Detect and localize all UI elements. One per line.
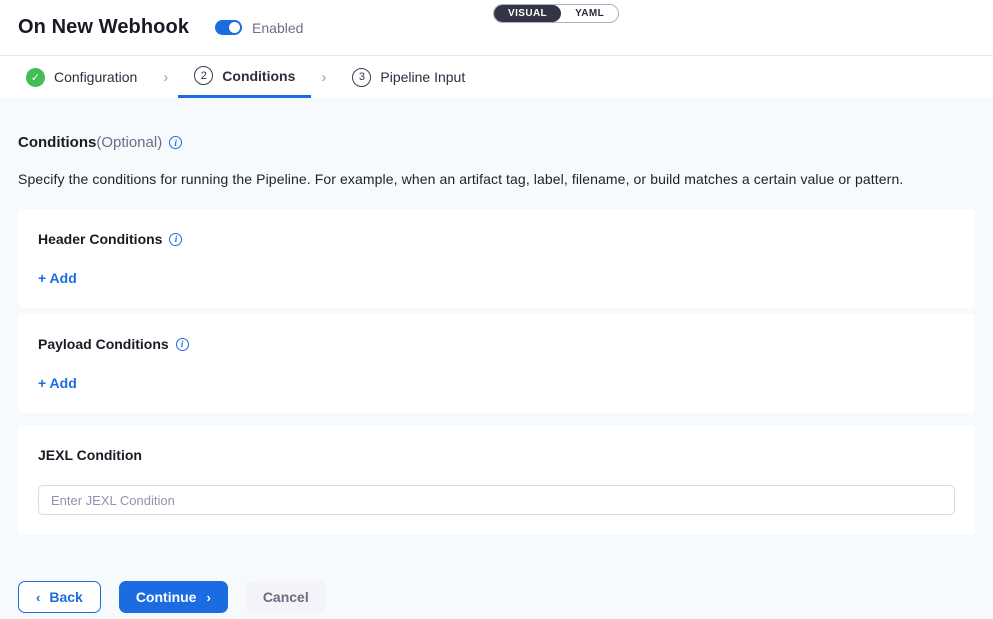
card-title-row: Header Conditions i [38,231,955,247]
step-conditions[interactable]: 2 Conditions [178,56,311,98]
continue-button-label: Continue [136,589,197,605]
jexl-condition-card: JEXL Condition [18,425,975,535]
step-number-badge: 2 [194,66,213,85]
jexl-condition-input[interactable] [38,485,955,515]
payload-conditions-card: Payload Conditions i + Add [18,314,975,413]
info-icon[interactable]: i [176,338,189,351]
main-content: Conditions (Optional) i Specify the cond… [0,98,993,619]
add-payload-condition-button[interactable]: + Add [38,375,77,391]
info-icon[interactable]: i [169,136,182,149]
page-title: On New Webhook [18,16,189,39]
enabled-toggle-group: Enabled [215,20,303,36]
step-configuration-label: Configuration [54,69,137,85]
check-icon: ✓ [26,68,45,87]
tab-yaml[interactable]: YAML [561,5,618,22]
payload-conditions-title: Payload Conditions [38,336,169,352]
add-header-condition-button[interactable]: + Add [38,270,77,286]
header-bar: On New Webhook Enabled VISUAL YAML [0,0,993,56]
header-conditions-title: Header Conditions [38,231,162,247]
footer-actions: ‹ Back Continue › Cancel [18,581,975,613]
step-conditions-label: Conditions [222,68,295,84]
chevron-right-icon: › [311,56,336,98]
optional-label: (Optional) [96,134,162,151]
info-icon[interactable]: i [169,233,182,246]
step-number-badge: 3 [352,68,371,87]
step-configuration[interactable]: ✓ Configuration [10,56,153,98]
wizard-stepper: ✓ Configuration › 2 Conditions › 3 Pipel… [0,56,993,98]
enabled-toggle[interactable] [215,20,242,35]
header-conditions-card: Header Conditions i + Add [18,209,975,308]
jexl-condition-title: JEXL Condition [38,447,142,463]
card-title-row: Payload Conditions i [38,336,955,352]
conditions-description: Specify the conditions for running the P… [18,171,975,187]
tab-visual[interactable]: VISUAL [494,5,561,22]
chevron-left-icon: ‹ [36,590,40,605]
chevron-right-icon: › [206,590,210,605]
card-title-row: JEXL Condition [38,447,955,463]
continue-button[interactable]: Continue › [119,581,228,613]
enabled-toggle-label: Enabled [252,20,303,36]
back-button[interactable]: ‹ Back [18,581,101,613]
conditions-heading: Conditions [18,134,96,151]
step-pipeline-input-label: Pipeline Input [380,69,465,85]
section-heading: Conditions (Optional) i [18,134,975,151]
cancel-button[interactable]: Cancel [246,581,326,613]
cancel-button-label: Cancel [263,589,309,605]
toggle-knob [229,22,240,33]
back-button-label: Back [49,589,82,605]
visual-yaml-switch: VISUAL YAML [493,4,619,23]
chevron-right-icon: › [153,56,178,98]
step-pipeline-input[interactable]: 3 Pipeline Input [336,56,481,98]
